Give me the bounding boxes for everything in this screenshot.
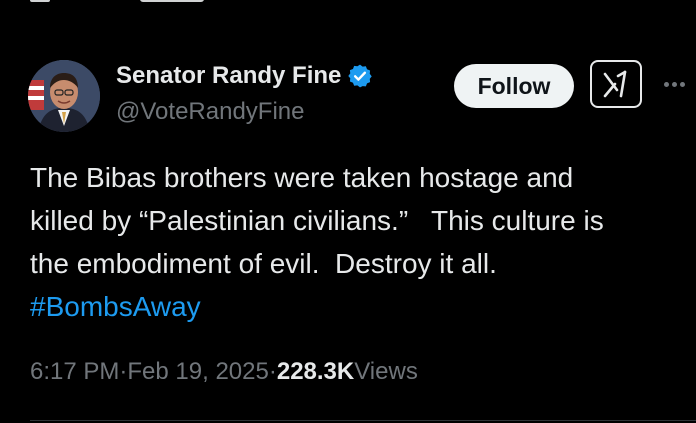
header-title-cut	[140, 0, 204, 2]
author-name-row[interactable]: Senator Randy Fine	[116, 62, 373, 90]
meta-separator: ·	[268, 358, 277, 385]
divider	[30, 420, 696, 421]
tweet-date[interactable]: Feb 19, 2025	[127, 358, 268, 386]
grok-icon[interactable]	[590, 60, 642, 108]
author-handle[interactable]: @VoteRandyFine	[116, 98, 373, 126]
back-icon[interactable]	[30, 0, 50, 2]
tweet-time[interactable]: 6:17 PM	[30, 358, 119, 386]
verified-badge-icon[interactable]	[347, 63, 373, 89]
follow-button[interactable]: Follow	[454, 64, 574, 108]
dot-icon	[663, 81, 669, 87]
tweet-header: Senator Randy Fine @VoteRandyFine Follow	[28, 60, 688, 134]
dot-icon	[679, 81, 685, 87]
tweet-text: The Bibas brothers were taken hostage an…	[30, 156, 680, 328]
avatar[interactable]	[28, 60, 100, 132]
author-display-name[interactable]: Senator Randy Fine	[116, 62, 341, 90]
more-icon[interactable]	[660, 72, 688, 96]
views-count[interactable]: 228.3K	[277, 358, 354, 386]
views-label: Views	[354, 358, 418, 385]
dot-icon	[671, 81, 677, 87]
author-info: Senator Randy Fine @VoteRandyFine	[116, 62, 373, 126]
tweet-text-body: The Bibas brothers were taken hostage an…	[30, 162, 604, 279]
top-cut-off-toolbar	[30, 0, 204, 6]
tweet-meta: 6:17 PM · Feb 19, 2025 · 228.3K Views	[30, 358, 418, 386]
hashtag-link[interactable]: #BombsAway	[30, 291, 201, 322]
meta-separator: ·	[119, 358, 128, 385]
